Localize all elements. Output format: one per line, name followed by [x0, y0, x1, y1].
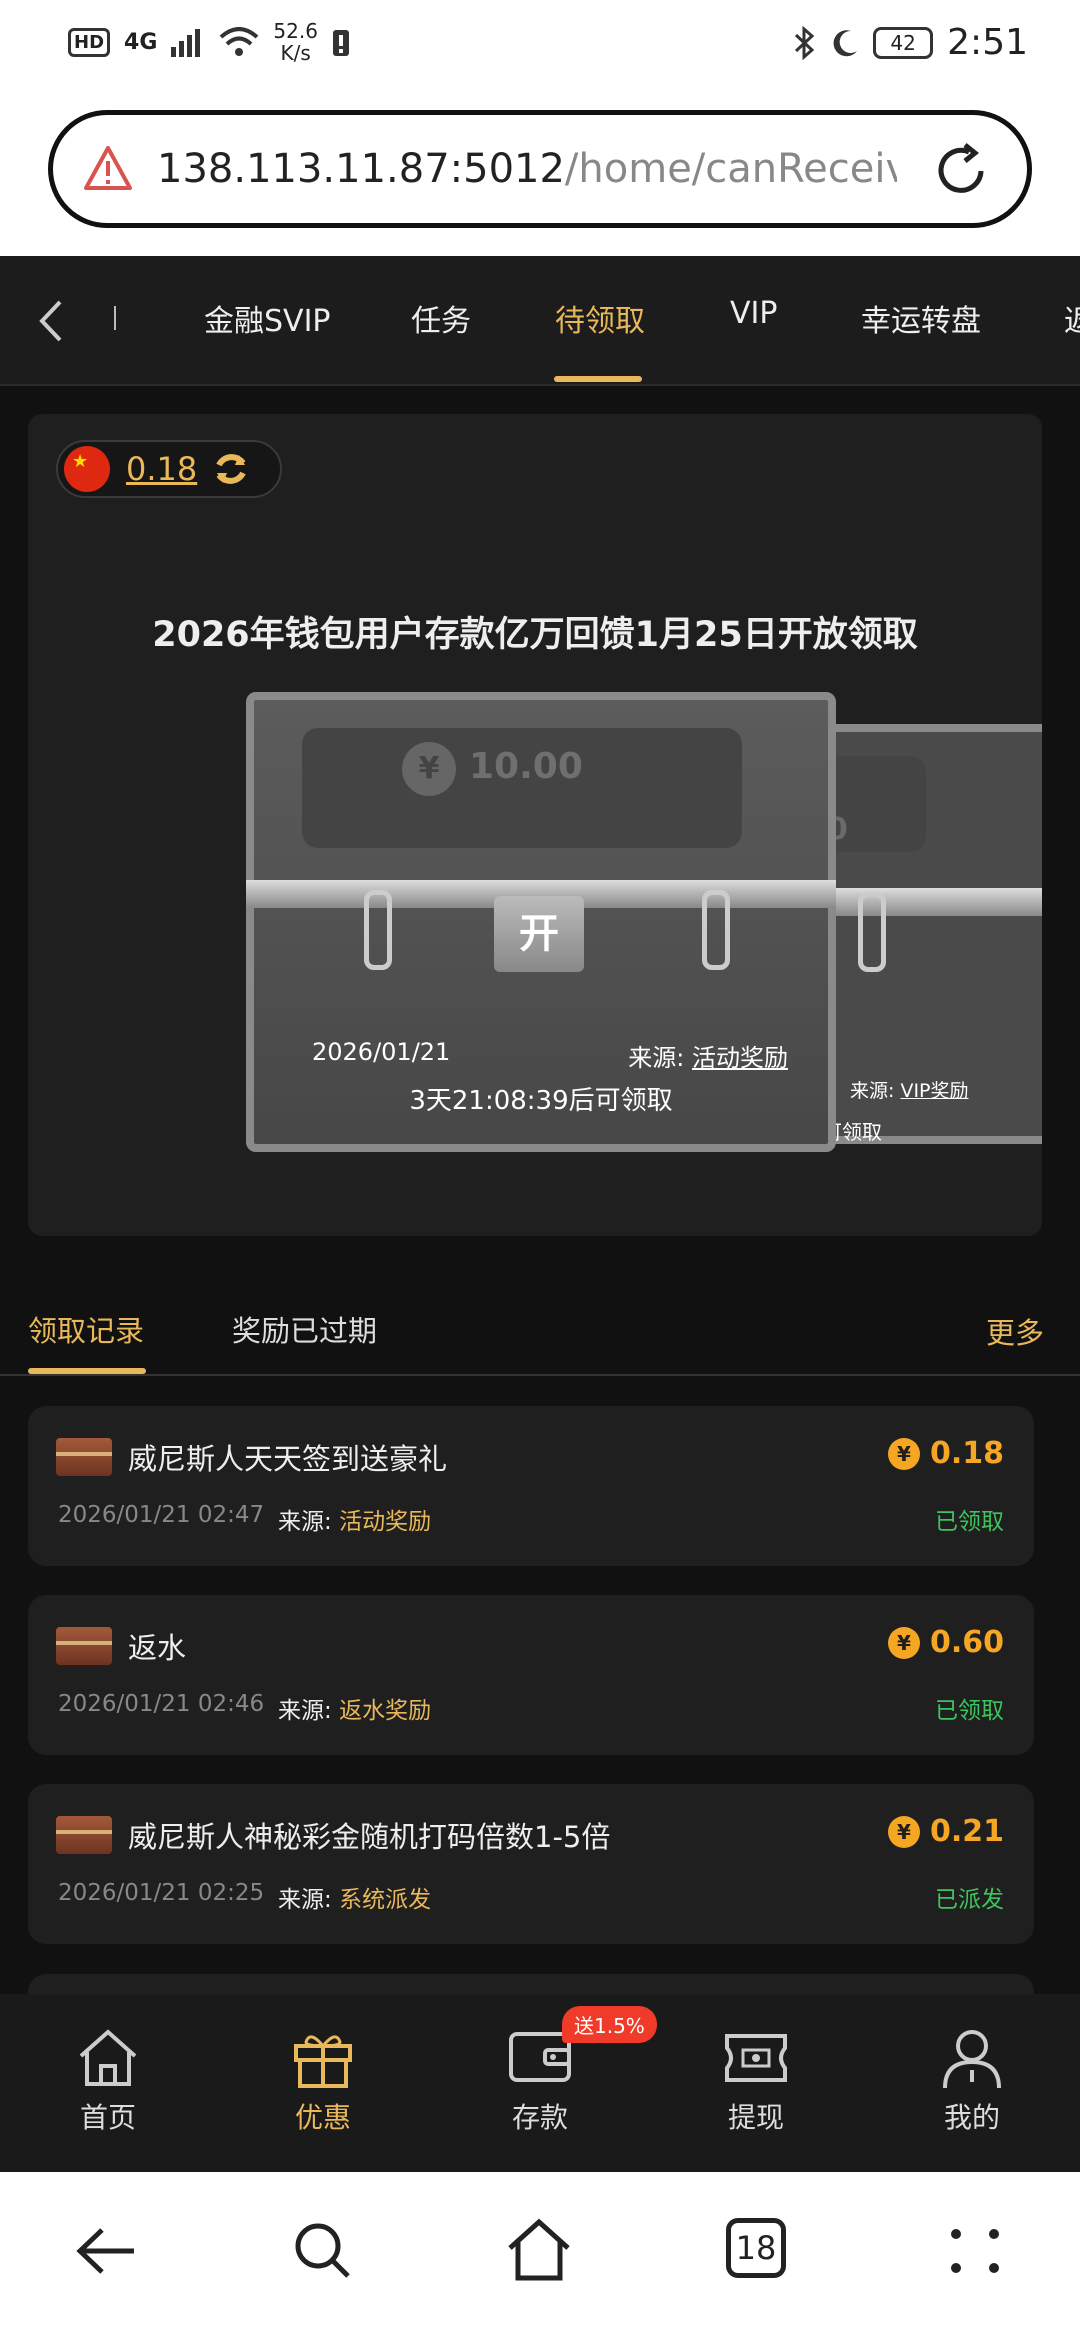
menu-dots-icon[interactable] [940, 2216, 1010, 2286]
record-amount: ¥0.21 [887, 1814, 1004, 1849]
record-time: 2026/01/21 02:47 [58, 1502, 265, 1528]
tab-bar: 金融SVIP 任务 待领取 VIP 幸运转盘 返 [0, 256, 1080, 386]
clock: 2:51 [947, 22, 1028, 63]
address-bar[interactable]: 138.113.11.87:5012/home/canReceive?c [48, 110, 1032, 228]
record-item[interactable]: 返水 ¥0.60 2026/01/21 02:46 来源: 返水奖励 已领取 [28, 1595, 1034, 1755]
tab-pending[interactable]: 待领取 [555, 296, 645, 340]
nav-home[interactable]: 首页 [48, 2026, 168, 2136]
chest-source: 来源: 活动奖励 [628, 1044, 788, 1072]
nav-profile[interactable]: 我的 [912, 2026, 1032, 2136]
reload-icon[interactable] [931, 141, 991, 201]
record-amount: ¥0.60 [887, 1625, 1004, 1660]
banner-title: 2026年钱包用户存款亿万回馈1月25日开放领取 [152, 615, 918, 655]
record-source: 来源: 活动奖励 [278, 1509, 432, 1535]
refresh-icon[interactable] [211, 449, 251, 489]
url-text[interactable]: 138.113.11.87:5012/home/canReceive?c [157, 146, 897, 192]
home-icon [79, 2029, 137, 2086]
balance-value[interactable]: 0.18 [126, 450, 197, 488]
gift-icon [294, 2035, 352, 2088]
tab-lucky-wheel[interactable]: 幸运转盘 [861, 296, 981, 340]
chest-source: 来源: VIP奖励 [850, 1080, 969, 1102]
chest-card[interactable]: ¥ 10.00 开 2026/01/21 来源: 活动奖励 3天21:08:39… [246, 692, 836, 1152]
record-item-partial [28, 1974, 1034, 1994]
chest-countdown: 3天21:08:39后可领取 [409, 1086, 673, 1116]
record-tabs: 领取记录 奖励已过期 更多 [0, 1288, 1080, 1376]
record-item[interactable]: 威尼斯人神秘彩金随机打码倍数1-5倍 ¥0.21 2026/01/21 02:2… [28, 1784, 1034, 1944]
tab-expired-rewards[interactable]: 奖励已过期 [232, 1308, 377, 1350]
active-tab-indicator [554, 376, 642, 382]
yen-coin-icon: ¥ [402, 742, 456, 796]
chest-clasp [858, 892, 886, 972]
user-icon [943, 2030, 1001, 2089]
more-link[interactable]: 更多 [986, 1310, 1044, 1352]
record-status: 已领取 [935, 1698, 1004, 1724]
record-source: 来源: 系统派发 [278, 1887, 432, 1913]
tab-claim-records[interactable]: 领取记录 [28, 1308, 144, 1350]
china-flag-icon [64, 446, 110, 492]
bottom-nav: 首页 优惠 存款 提现 我的 [0, 1994, 1080, 2172]
yen-icon: ¥ [887, 1815, 920, 1848]
home-icon[interactable] [504, 2216, 574, 2286]
hd-indicator: HD [68, 27, 111, 57]
reward-card: 0.18 2026年钱包用户存款亿万回馈1月25日开放领取 00 来源: VIP… [28, 414, 1042, 1236]
tab-separator [114, 306, 116, 330]
chevron-left-icon[interactable] [30, 296, 70, 346]
bluetooth-icon [795, 25, 815, 60]
record-status: 已领取 [935, 1509, 1004, 1535]
nav-promotions[interactable]: 优惠 [263, 2026, 383, 2136]
chest-clasp [364, 890, 392, 970]
search-icon[interactable] [288, 2216, 358, 2286]
wifi-icon [220, 27, 259, 56]
warning-icon[interactable] [83, 144, 133, 194]
chest-date: 2026/01/21 [312, 1038, 451, 1066]
tab-svip[interactable]: 金融SVIP [204, 296, 331, 340]
open-chest-button[interactable]: 开 [494, 896, 584, 972]
tab-vip[interactable]: VIP [730, 296, 777, 331]
treasure-chest-icon [56, 1627, 112, 1665]
chest-amount: 10.00 [469, 746, 583, 787]
record-title: 威尼斯人神秘彩金随机打码倍数1-5倍 [128, 1820, 611, 1854]
yen-icon: ¥ [887, 1437, 920, 1470]
browser-bottom-bar: 18 [0, 2172, 1080, 2340]
cash-icon [725, 2034, 787, 2082]
treasure-chest-icon [56, 1438, 112, 1476]
treasure-chest-icon [56, 1816, 112, 1854]
record-amount: ¥0.18 [887, 1436, 1004, 1471]
network-speed: 52.6 K/s [273, 19, 318, 65]
record-time: 2026/01/21 02:46 [58, 1691, 265, 1717]
tabs-count-button[interactable]: 18 [726, 2218, 786, 2278]
status-bar: HD 4G 52.6 K/s 42 2:51 [0, 0, 1080, 92]
battery-indicator: 42 [873, 26, 934, 59]
moon-icon [833, 29, 858, 56]
record-time: 2026/01/21 02:25 [58, 1880, 265, 1906]
active-tab-indicator [28, 1368, 146, 1374]
back-arrow-icon[interactable] [72, 2216, 142, 2286]
browser-toolbar: 138.113.11.87:5012/home/canReceive?c [0, 92, 1080, 256]
tab-rebate[interactable]: 返 [1064, 296, 1080, 340]
deposit-bonus-badge: 送1.5% [562, 2006, 657, 2043]
yen-icon: ¥ [887, 1626, 920, 1659]
record-status: 已派发 [935, 1887, 1004, 1913]
record-title: 返水 [128, 1631, 187, 1665]
nav-withdraw[interactable]: 提现 [696, 2026, 816, 2136]
alert-icon [332, 30, 349, 56]
signal-icon [171, 29, 201, 57]
network-type: 4G [124, 29, 158, 55]
balance-pill: 0.18 [56, 440, 282, 498]
record-item[interactable]: 威尼斯人天天签到送豪礼 ¥0.18 2026/01/21 02:47 来源: 活… [28, 1406, 1034, 1566]
record-source: 来源: 返水奖励 [278, 1698, 432, 1724]
tab-task[interactable]: 任务 [411, 296, 471, 340]
record-title: 威尼斯人天天签到送豪礼 [128, 1442, 448, 1476]
chest-clasp [702, 890, 730, 970]
